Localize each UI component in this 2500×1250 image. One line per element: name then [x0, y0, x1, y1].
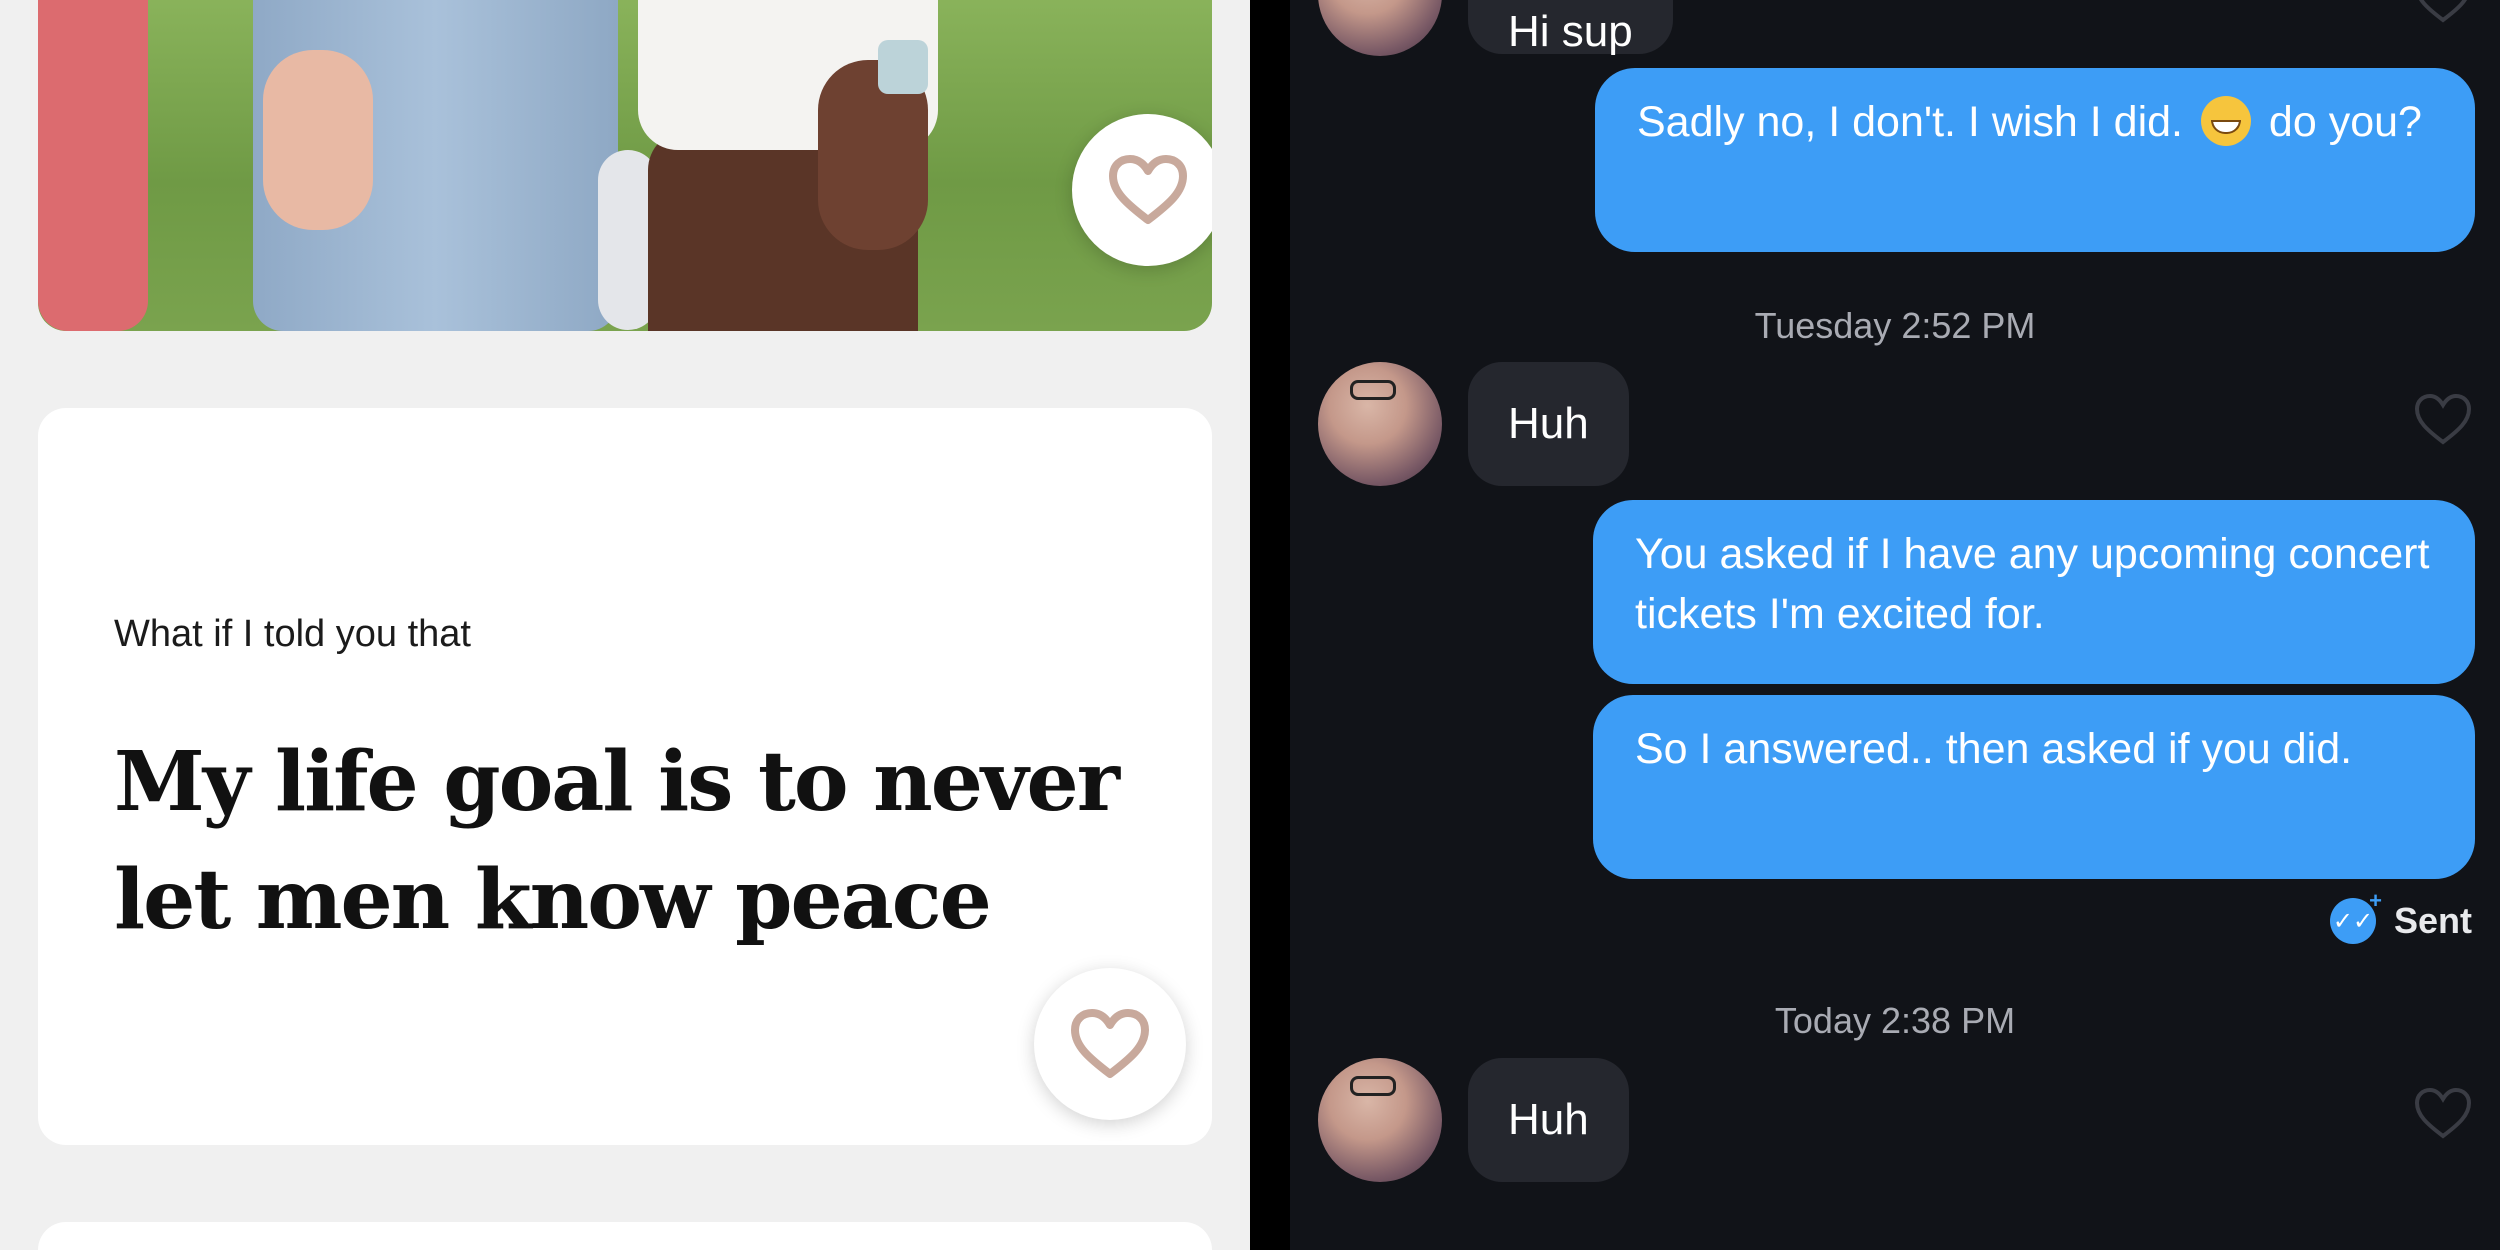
heart-outline-icon[interactable]	[2412, 0, 2474, 26]
outgoing-message[interactable]: Sadly no, I don't. I wish I did. do you?	[1595, 68, 2475, 252]
outgoing-message[interactable]: You asked if I have any upcoming concert…	[1593, 500, 2475, 684]
incoming-message[interactable]: Hi sup	[1468, 0, 1673, 56]
prompt-card: What if I told you that My life goal is …	[38, 408, 1212, 1145]
prompt-question: What if I told you that	[114, 613, 471, 655]
sent-status: ✓✓ + Sent	[2329, 888, 2472, 944]
prompt-answer: My life goal is to never let men know pe…	[114, 734, 1120, 948]
heart-outline-icon	[1071, 1009, 1149, 1078]
profile-panel: What if I told you that My life goal is …	[0, 0, 1250, 1250]
like-prompt-button[interactable]	[1034, 968, 1186, 1120]
timestamp: Tuesday 2:52 PM	[1754, 305, 2036, 346]
avatar[interactable]	[1318, 1058, 1442, 1182]
double-check-icon: ✓✓ +	[2329, 888, 2382, 944]
outgoing-message[interactable]: So I answered.. then asked if you did.	[1593, 695, 2475, 879]
timestamp: Today 2:38 PM	[1774, 1000, 2016, 1041]
chat-panel: Hi sup Sadly no, I don't. I wish I did. …	[1290, 0, 2500, 1250]
heart-outline-icon[interactable]	[2412, 392, 2474, 448]
message-text: Huh	[1508, 399, 1589, 448]
message-text: Hi sup	[1508, 7, 1633, 56]
grinning-sweat-emoji	[2200, 96, 2251, 146]
sent-label: Sent	[2393, 900, 2472, 941]
next-profile-card	[38, 1222, 1212, 1250]
message-text: Sadly no, I don't. I wish I did.	[1637, 98, 2184, 146]
divider	[1250, 0, 1290, 1250]
avatar[interactable]	[1318, 362, 1442, 486]
message-text: You asked if I have any upcoming concert…	[1635, 530, 2430, 638]
like-photo-button[interactable]	[1072, 114, 1212, 266]
avatar[interactable]	[1318, 0, 1442, 56]
message-text: do you?	[2268, 98, 2422, 146]
profile-photo	[38, 0, 1212, 331]
message-text: Huh	[1508, 1095, 1589, 1144]
incoming-message[interactable]: Huh	[1468, 1058, 1629, 1182]
heart-outline-icon	[1109, 155, 1187, 224]
message-text: So I answered.. then asked if you did.	[1635, 725, 2353, 773]
heart-outline-icon[interactable]	[2412, 1086, 2474, 1142]
incoming-message[interactable]: Huh	[1468, 362, 1629, 486]
